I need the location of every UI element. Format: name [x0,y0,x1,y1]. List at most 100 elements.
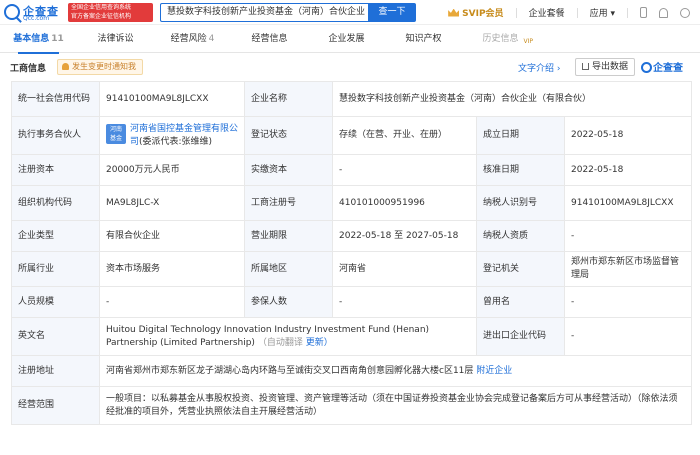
export-label: 导出数据 [591,62,628,72]
value-company-name: 慧投数字科技创新产业投资基金（河南）合伙企业（有限合伙） [331,81,693,117]
apps-label: 应用 [589,9,608,19]
tab-label: 知识产权 [405,34,442,44]
search-button[interactable]: 查一下 [368,3,416,22]
value-biz-reg: 410101000951996 [332,185,477,221]
section-header: 工商信息 发生变更时通知我 文字介绍 › 导出数据 企查查 [0,55,700,79]
value-industry: 资本市场服务 [99,251,245,287]
value-tax-quality: - [563,220,693,252]
value-staff: - [99,286,245,318]
value-former-name: - [563,286,693,318]
svip-label: SVIP会员 [462,9,504,19]
divider [627,7,628,18]
tab-risk[interactable]: 经营风险 4 [154,25,231,53]
tab-count: 4 [208,34,215,44]
tab-legal[interactable]: 法律诉讼 [77,25,154,53]
label-partner: 执行事务合伙人 [11,116,100,155]
svip-link[interactable]: SVIP会员 [448,6,504,19]
label-company-name: 企业名称 [244,81,333,117]
label-tax-quality: 纳税人资质 [476,220,565,252]
bell-icon [62,63,69,70]
value-region: 河南省 [332,251,477,287]
update-link[interactable]: 更新） [306,338,333,348]
notify-label: 发生变更时通知我 [72,62,136,71]
address-text: 河南省郑州市郑东新区龙子湖湖心岛内环路与至诚街交叉口西南角创意园孵化器大楼c区1… [106,365,474,376]
user-icon[interactable] [680,7,690,18]
value-taxpayer: 91410100MA9L8JLCXX [563,185,693,221]
qcc-logo[interactable]: 企查查 Qcc.com [4,3,64,22]
tab-operation[interactable]: 经营信息 [231,25,308,53]
tab-history[interactable]: 历史信息 VIP [462,25,539,53]
label-org-code: 组织机构代码 [11,185,100,221]
label-english: 英文名 [11,317,100,356]
label-term: 营业期限 [244,220,333,252]
credit-badge-line1: 全国企业信用查询系统 [71,4,132,11]
value-paid-capital: - [332,154,477,186]
label-capital: 注册资本 [11,154,100,186]
label-est-date: 成立日期 [476,116,565,155]
tab-label: 经营风险 [170,34,207,44]
value-org-code: MA9L8JLC-X [99,185,245,221]
tab-basic-info[interactable]: 基本信息 11 [0,25,77,54]
search-input[interactable]: 慧投数字科技创新产业投资基金（河南）合伙企业 [160,3,368,22]
label-address: 注册地址 [11,355,100,387]
label-industry: 所属行业 [11,251,100,287]
partner-logo-icon: 河南 基金 [106,123,126,144]
value-type: 有限合伙企业 [99,220,245,252]
bell-icon[interactable] [659,7,668,18]
text-intro-link[interactable]: 文字介绍 › [518,61,560,74]
crown-icon [448,8,460,17]
tab-development[interactable]: 企业发展 [308,25,385,53]
label-reg-status: 登记状态 [244,116,333,155]
vip-tag: VIP [523,38,534,45]
label-staff: 人员规模 [11,286,100,318]
business-info-table: 统一社会信用代码 91410100MA9L8JLCXX 企业名称 慧投数字科技创… [11,81,693,425]
label-scope: 经营范围 [11,386,100,425]
tab-label: 基本信息 [13,34,50,44]
divider [515,7,517,18]
value-credit-code: 91410100MA9L8JLCXX [99,81,245,117]
value-term: 2022-05-18 至 2027-05-18 [332,220,477,252]
notify-button[interactable]: 发生变更时通知我 [57,59,143,75]
tab-label: 法律诉讼 [97,34,134,44]
label-import-export: 进出口企业代码 [476,317,565,356]
label-insured: 参保人数 [244,286,333,318]
divider [576,7,578,18]
auto-translate-note: （自动翻译 [257,337,303,348]
value-approve-date: 2022-05-18 [563,154,693,186]
chevron-down-icon: ▾ [610,9,615,19]
partner-logo-line1: 河南 [109,125,122,133]
tab-label: 经营信息 [251,34,288,44]
company-tabs: 基本信息 11 法律诉讼 经营风险 4 经营信息 企业发展 知识产权 历史信息 VIP [0,25,700,54]
partner-logo-line2: 基金 [109,134,122,142]
magnifier-logo-icon [641,62,652,73]
tab-ip[interactable]: 知识产权 [385,25,462,53]
value-partner: 河南 基金 河南省国控基金管理有限公司(委派代表:张维维) [99,116,245,155]
brand-watermark: 企查查 [641,59,683,74]
section-title: 工商信息 [10,64,47,74]
value-insured: - [332,286,477,318]
suite-link[interactable]: 企业套餐 [529,6,565,19]
value-scope: 一般项目：以私募基金从事股权投资、投资管理、资产管理等活动（须在中国证券投资基金… [98,386,693,425]
value-english: Huitou Digital Technology Innovation Ind… [99,317,477,356]
label-taxpayer: 纳税人识别号 [476,185,565,221]
top-header: 企查查 Qcc.com 全国企业信用查询系统 官方备案企业征信机构 慧投数字科技… [0,0,700,25]
label-authority: 登记机关 [476,251,565,287]
label-former-name: 曾用名 [476,286,565,318]
label-region: 所属地区 [244,251,333,287]
logo-subtext: Qcc.com [23,15,50,22]
value-address: 河南省郑州市郑东新区龙子湖湖心岛内环路与至诚街交叉口西南角创意园孵化器大楼c区1… [98,355,693,387]
label-biz-reg: 工商注册号 [244,185,333,221]
brand-text: 企查查 [653,63,683,74]
label-paid-capital: 实缴资本 [244,154,333,186]
value-authority: 郑州市郑东新区市场监督管理局 [563,251,693,287]
tab-count: 11 [51,34,64,44]
top-right-menu: SVIP会员 企业套餐 应用 ▾ [448,0,690,25]
nearby-link[interactable]: 附近企业 [476,366,512,376]
apps-menu[interactable]: 应用 ▾ [590,6,615,19]
credit-badge[interactable]: 全国企业信用查询系统 官方备案企业征信机构 [68,3,153,22]
value-import-export: - [563,317,693,356]
partner-rep: (委派代表:张维维) [139,136,213,147]
phone-icon[interactable] [640,7,647,18]
export-button[interactable]: 导出数据 [575,58,635,76]
label-credit-code: 统一社会信用代码 [11,81,100,117]
